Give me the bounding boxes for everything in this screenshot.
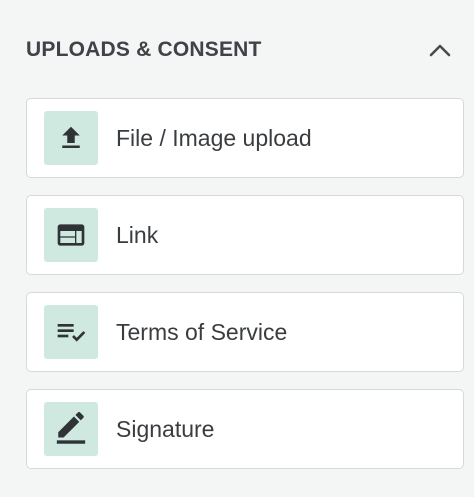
pen-signature-icon [44, 402, 98, 456]
field-label: Link [116, 221, 159, 248]
uploads-consent-panel: UPLOADS & CONSENT File / Image upload Li… [0, 0, 474, 497]
field-label: Terms of Service [116, 318, 288, 345]
chevron-up-icon[interactable] [426, 36, 454, 64]
field-label: Signature [116, 415, 215, 442]
field-link[interactable]: Link [26, 195, 464, 275]
section-title: UPLOADS & CONSENT [26, 38, 262, 61]
checklist-icon [44, 305, 98, 359]
upload-icon [44, 111, 98, 165]
field-list: File / Image upload Link Terms of Servic… [26, 98, 464, 486]
field-label: File / Image upload [116, 124, 312, 151]
section-header[interactable]: UPLOADS & CONSENT [26, 30, 454, 70]
field-signature[interactable]: Signature [26, 389, 464, 469]
field-terms-of-service[interactable]: Terms of Service [26, 292, 464, 372]
field-file-image-upload[interactable]: File / Image upload [26, 98, 464, 178]
browser-window-icon [44, 208, 98, 262]
